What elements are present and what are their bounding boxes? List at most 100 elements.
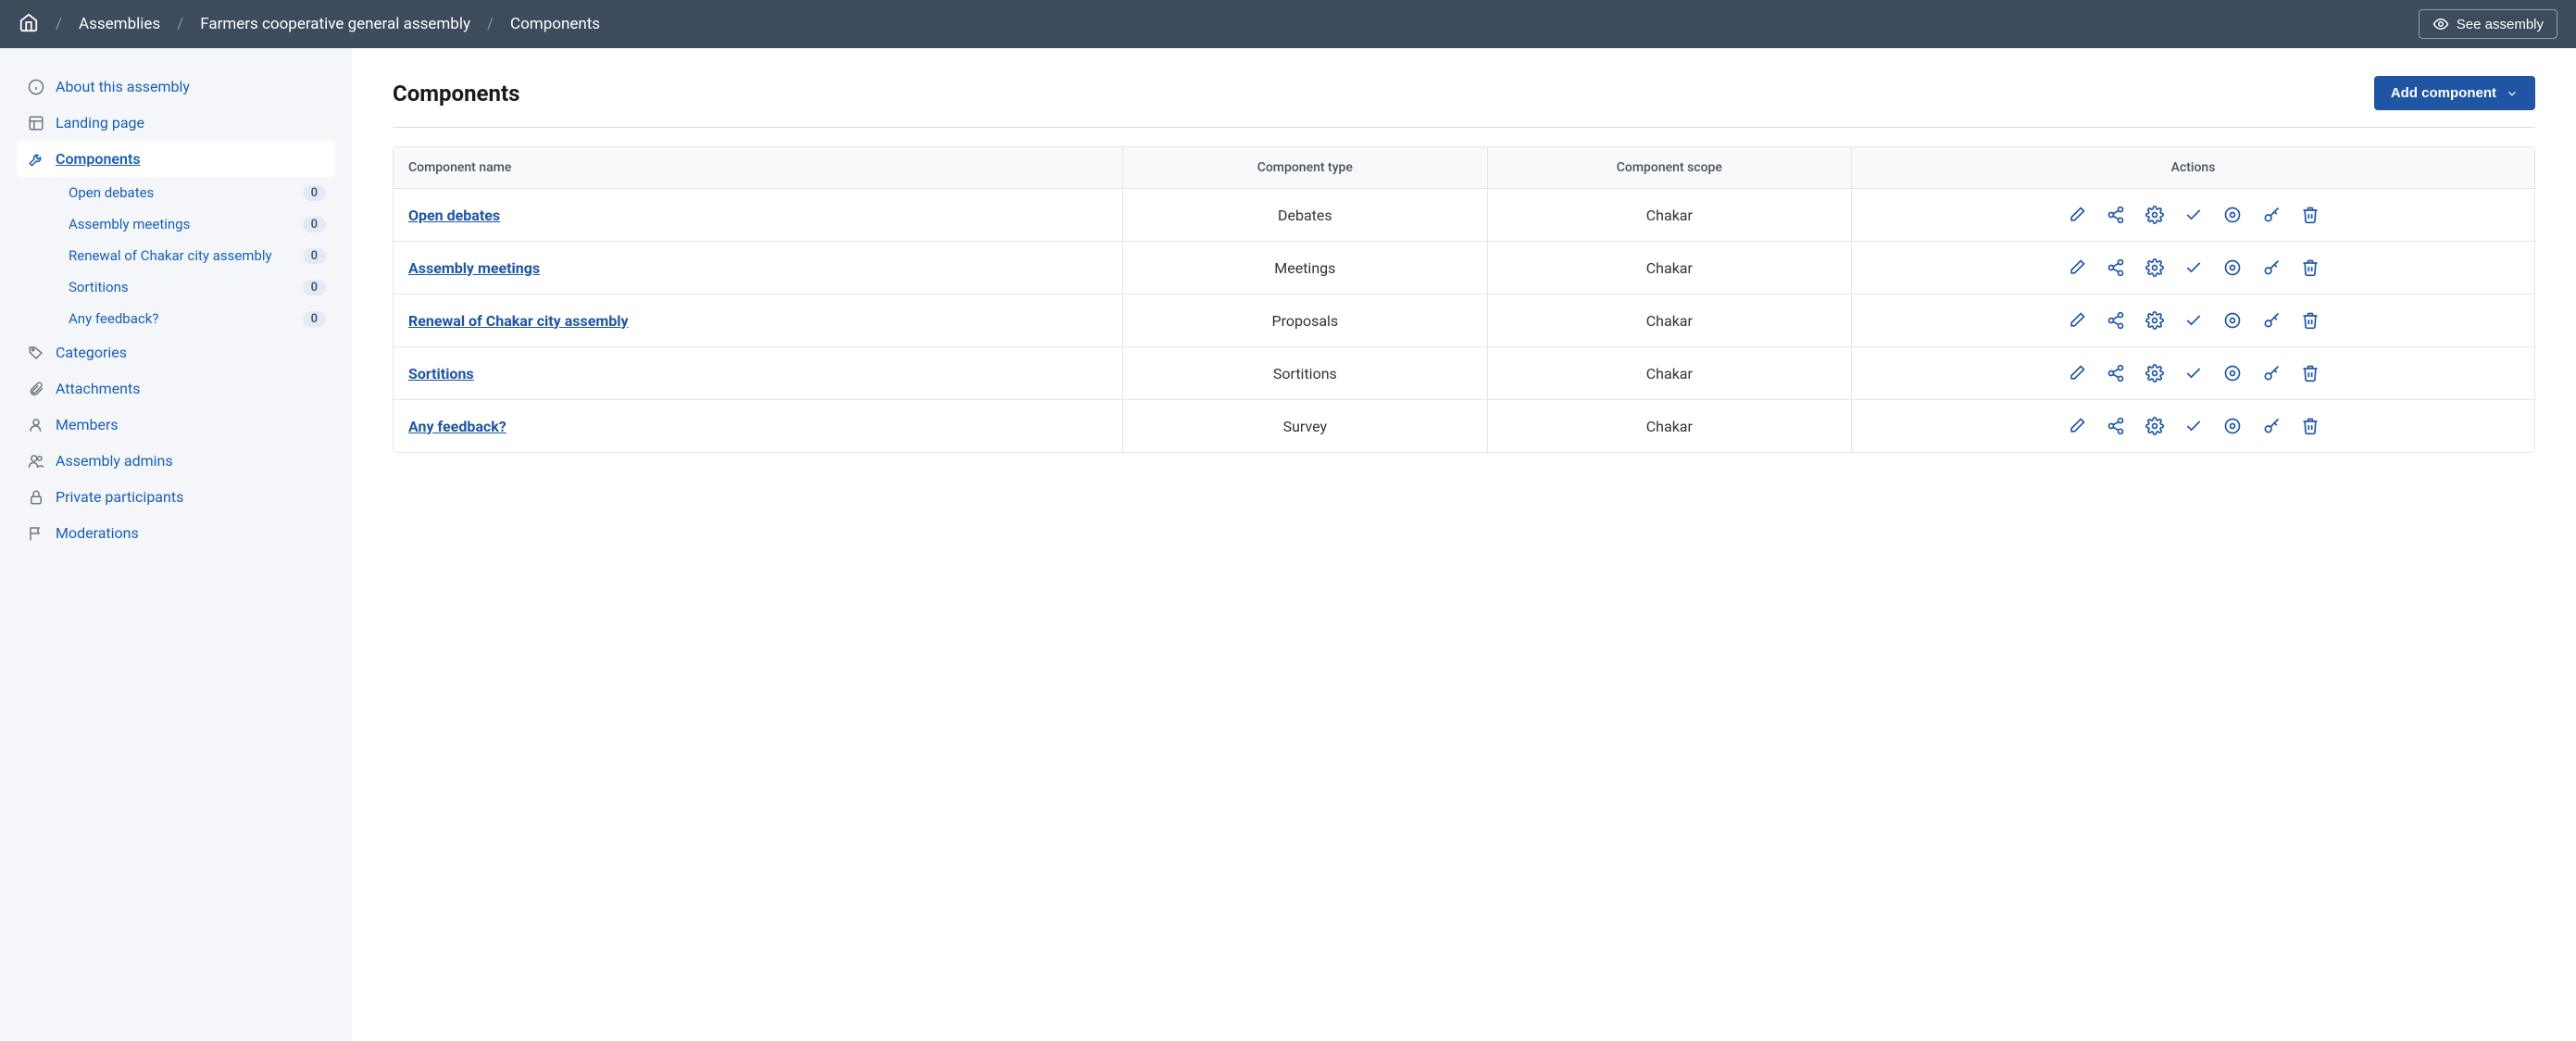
scope-button[interactable] bbox=[2221, 362, 2244, 384]
topbar: / Assemblies / Farmers cooperative gener… bbox=[0, 0, 2576, 48]
table-row: Open debatesDebatesChakar bbox=[394, 189, 2534, 242]
share-icon bbox=[2107, 206, 2125, 224]
scope-button[interactable] bbox=[2221, 257, 2244, 279]
row-actions bbox=[1851, 242, 2534, 294]
component-scope: Chakar bbox=[1487, 347, 1852, 399]
edit-button[interactable] bbox=[2066, 309, 2088, 332]
col-type: Component type bbox=[1122, 147, 1487, 188]
gear-icon bbox=[2145, 258, 2164, 277]
layout-icon bbox=[28, 115, 44, 132]
publish-button[interactable] bbox=[2182, 204, 2205, 226]
sidebar-sub-renewal-of-chakar-city-assembly[interactable]: Renewal of Chakar city assembly0 bbox=[59, 240, 335, 271]
sidebar-item-label: Members bbox=[56, 416, 119, 433]
breadcrumb-sep: / bbox=[56, 15, 62, 33]
delete-button[interactable] bbox=[2299, 362, 2321, 384]
edit-button[interactable] bbox=[2066, 362, 2088, 384]
share-button[interactable] bbox=[2105, 415, 2127, 437]
sidebar-item-label: Components bbox=[56, 150, 141, 168]
permissions-button[interactable] bbox=[2260, 204, 2282, 226]
sidebar-sub-any-feedback-[interactable]: Any feedback?0 bbox=[59, 303, 335, 334]
edit-button[interactable] bbox=[2066, 415, 2088, 437]
breadcrumb-assembly-name[interactable]: Farmers cooperative general assembly bbox=[200, 15, 470, 33]
home-icon bbox=[19, 12, 39, 32]
configure-button[interactable] bbox=[2144, 257, 2166, 279]
share-button[interactable] bbox=[2105, 309, 2127, 332]
target-icon bbox=[2223, 311, 2242, 330]
add-component-label: Add component bbox=[2391, 85, 2496, 101]
share-icon bbox=[2107, 311, 2125, 330]
configure-button[interactable] bbox=[2144, 415, 2166, 437]
edit-button[interactable] bbox=[2066, 204, 2088, 226]
scope-button[interactable] bbox=[2221, 415, 2244, 437]
tag-icon bbox=[28, 345, 44, 361]
permissions-button[interactable] bbox=[2260, 362, 2282, 384]
pencil-icon bbox=[2068, 364, 2086, 383]
sidebar-item-moderations[interactable]: Moderations bbox=[17, 515, 335, 551]
publish-button[interactable] bbox=[2182, 362, 2205, 384]
delete-button[interactable] bbox=[2299, 204, 2321, 226]
permissions-button[interactable] bbox=[2260, 257, 2282, 279]
table-row: Assembly meetingsMeetingsChakar bbox=[394, 242, 2534, 295]
col-name: Component name bbox=[394, 147, 1122, 188]
breadcrumb-components[interactable]: Components bbox=[510, 15, 600, 33]
component-name-link[interactable]: Assembly meetings bbox=[408, 259, 540, 277]
sidebar-item-assembly-admins[interactable]: Assembly admins bbox=[17, 443, 335, 479]
breadcrumb-sep: / bbox=[177, 15, 183, 33]
sidebar-sub-assembly-meetings[interactable]: Assembly meetings0 bbox=[59, 208, 335, 240]
scope-button[interactable] bbox=[2221, 309, 2244, 332]
permissions-button[interactable] bbox=[2260, 415, 2282, 437]
publish-button[interactable] bbox=[2182, 309, 2205, 332]
publish-button[interactable] bbox=[2182, 415, 2205, 437]
configure-button[interactable] bbox=[2144, 204, 2166, 226]
sidebar-sub-open-debates[interactable]: Open debates0 bbox=[59, 177, 335, 208]
configure-button[interactable] bbox=[2144, 309, 2166, 332]
key-icon bbox=[2262, 258, 2281, 277]
flag-icon bbox=[28, 525, 44, 542]
delete-button[interactable] bbox=[2299, 415, 2321, 437]
tools-icon bbox=[28, 151, 44, 168]
row-actions bbox=[1851, 400, 2534, 452]
permissions-button[interactable] bbox=[2260, 309, 2282, 332]
breadcrumb-assemblies[interactable]: Assemblies bbox=[79, 15, 160, 33]
eye-icon bbox=[2432, 16, 2449, 32]
row-actions bbox=[1851, 295, 2534, 346]
sidebar-item-landing-page[interactable]: Landing page bbox=[17, 105, 335, 141]
publish-button[interactable] bbox=[2182, 257, 2205, 279]
add-component-button[interactable]: Add component bbox=[2374, 76, 2535, 110]
sidebar-item-components[interactable]: Components bbox=[17, 141, 335, 177]
sidebar-item-attachments[interactable]: Attachments bbox=[17, 370, 335, 407]
scope-button[interactable] bbox=[2221, 204, 2244, 226]
configure-button[interactable] bbox=[2144, 362, 2166, 384]
home-link[interactable] bbox=[19, 12, 39, 37]
share-button[interactable] bbox=[2105, 362, 2127, 384]
sidebar-item-members[interactable]: Members bbox=[17, 407, 335, 443]
sidebar-sub-sortitions[interactable]: Sortitions0 bbox=[59, 271, 335, 303]
component-name-link[interactable]: Open debates bbox=[408, 207, 500, 224]
share-icon bbox=[2107, 258, 2125, 277]
key-icon bbox=[2262, 206, 2281, 224]
component-scope: Chakar bbox=[1487, 295, 1852, 346]
component-name-link[interactable]: Any feedback? bbox=[408, 418, 506, 435]
sidebar-item-private-participants[interactable]: Private participants bbox=[17, 479, 335, 515]
gear-icon bbox=[2145, 417, 2164, 435]
key-icon bbox=[2262, 311, 2281, 330]
delete-button[interactable] bbox=[2299, 309, 2321, 332]
sidebar-item-label: Categories bbox=[56, 344, 127, 361]
table-row: SortitionsSortitionsChakar bbox=[394, 347, 2534, 400]
share-button[interactable] bbox=[2105, 204, 2127, 226]
row-actions bbox=[1851, 189, 2534, 241]
component-type: Debates bbox=[1122, 189, 1487, 241]
pencil-icon bbox=[2068, 417, 2086, 435]
main-header: Components Add component bbox=[393, 76, 2535, 128]
sidebar-item-categories[interactable]: Categories bbox=[17, 334, 335, 370]
component-name-link[interactable]: Sortitions bbox=[408, 365, 474, 383]
component-name-link[interactable]: Renewal of Chakar city assembly bbox=[408, 312, 629, 330]
see-assembly-button[interactable]: See assembly bbox=[2419, 9, 2557, 39]
trash-icon bbox=[2301, 258, 2320, 277]
share-button[interactable] bbox=[2105, 257, 2127, 279]
table-row: Renewal of Chakar city assemblyProposals… bbox=[394, 295, 2534, 347]
delete-button[interactable] bbox=[2299, 257, 2321, 279]
edit-button[interactable] bbox=[2066, 257, 2088, 279]
trash-icon bbox=[2301, 206, 2320, 224]
sidebar-item-about-this-assembly[interactable]: About this assembly bbox=[17, 69, 335, 105]
